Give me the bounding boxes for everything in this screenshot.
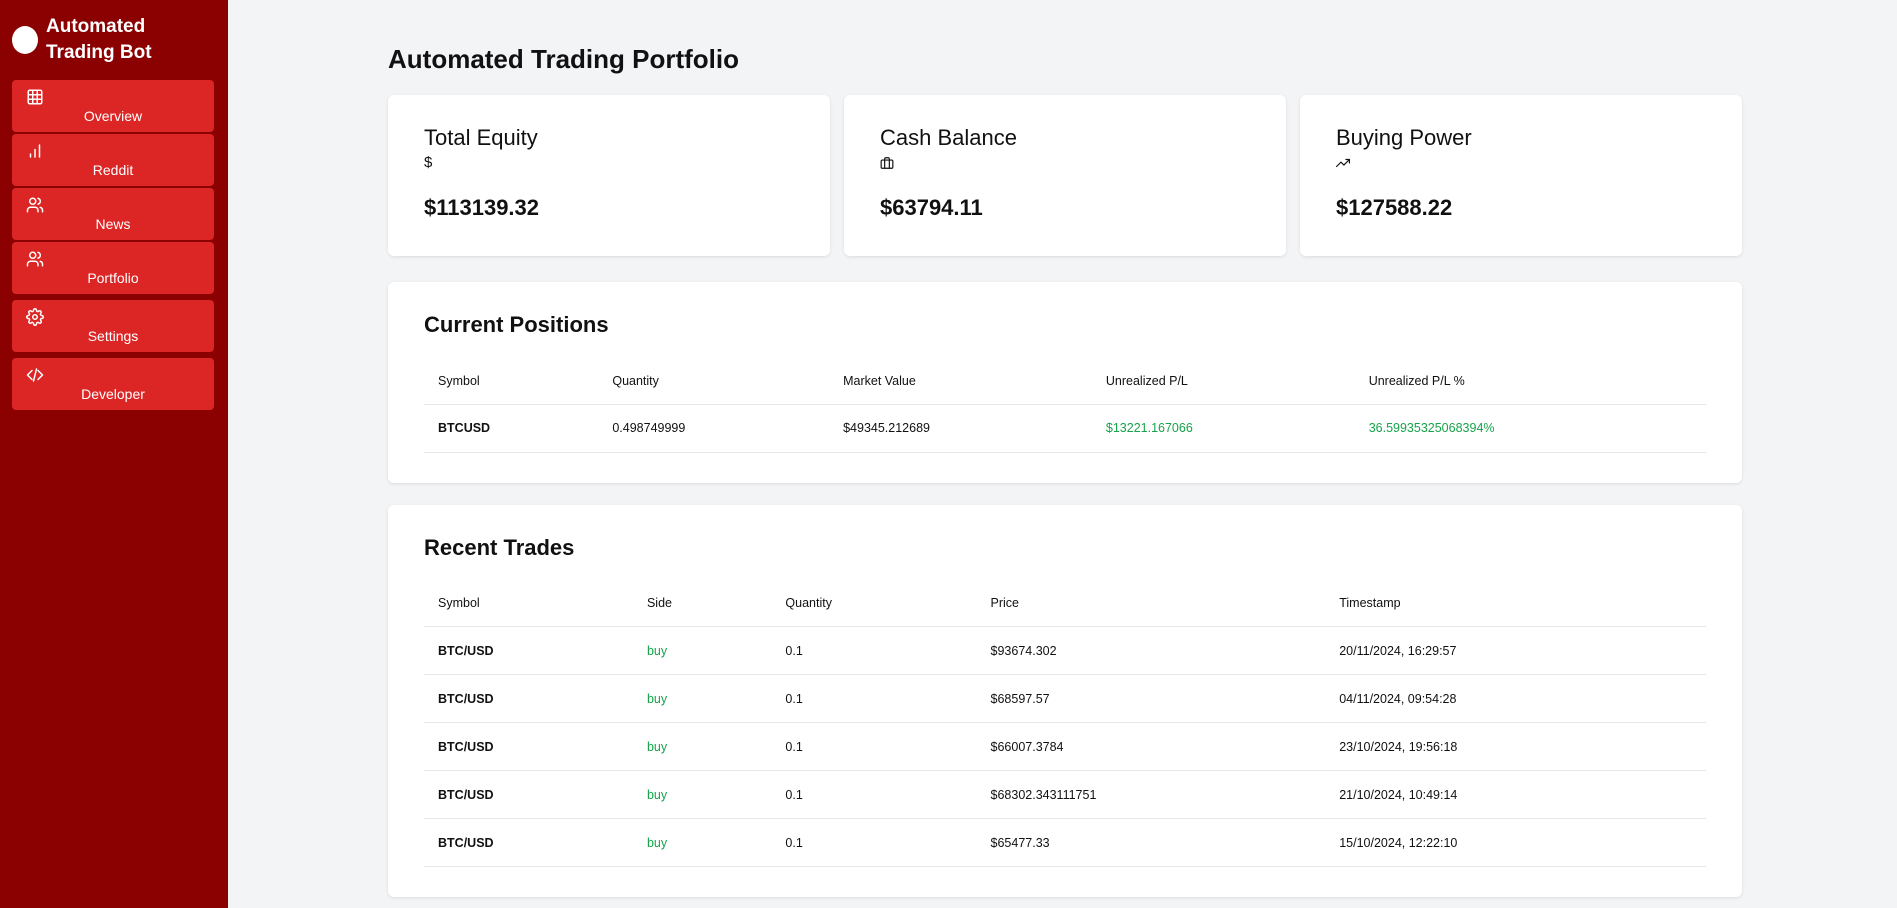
cell-timestamp: 20/11/2024, 16:29:57 xyxy=(1325,626,1706,675)
column-header: Symbol xyxy=(424,358,599,405)
sidebar-item-overview[interactable]: Overview xyxy=(12,80,214,132)
grid-icon xyxy=(26,88,44,106)
current-positions-card: Current Positions Symbol Quantity Market… xyxy=(388,282,1742,483)
cell-timestamp: 15/10/2024, 12:22:10 xyxy=(1325,818,1706,867)
trades-table: Symbol Side Quantity Price Timestamp BTC… xyxy=(424,580,1706,867)
cell-quantity: 0.1 xyxy=(771,770,977,819)
cell-price: $68597.57 xyxy=(976,674,1326,723)
table-row: BTC/USD buy 0.1 $65477.33 15/10/2024, 12… xyxy=(424,818,1706,867)
brand: Automated Trading Bot xyxy=(12,14,216,66)
column-header: Price xyxy=(976,580,1326,627)
cell-price: $93674.302 xyxy=(976,626,1326,675)
cell-quantity: 0.498749999 xyxy=(598,404,830,453)
column-header: Quantity xyxy=(771,580,977,627)
cell-symbol: BTC/USD xyxy=(424,626,633,675)
cell-symbol: BTC/USD xyxy=(424,722,633,771)
card-title: Current Positions xyxy=(424,312,609,337)
cell-side: buy xyxy=(632,674,772,723)
cell-side: buy xyxy=(632,770,772,819)
cell-price: $68302.343111751 xyxy=(976,770,1326,819)
cell-side: buy xyxy=(632,818,772,867)
cell-price: $65477.33 xyxy=(976,818,1326,867)
sidebar-item-settings[interactable]: Settings xyxy=(12,300,214,352)
sidebar-item-portfolio[interactable]: Portfolio xyxy=(12,242,214,294)
sidebar-item-label: Reddit xyxy=(92,162,134,178)
cell-quantity: 0.1 xyxy=(771,674,977,723)
stat-title: Cash Balance xyxy=(880,125,1017,150)
trending-up-icon xyxy=(1336,153,1706,173)
code-icon xyxy=(26,366,44,384)
briefcase-icon xyxy=(880,153,1250,173)
cell-timestamp: 23/10/2024, 19:56:18 xyxy=(1325,722,1706,771)
table-row: BTC/USD buy 0.1 $66007.3784 23/10/2024, … xyxy=(424,722,1706,771)
recent-trades-card: Recent Trades Symbol Side Quantity Price… xyxy=(388,504,1742,897)
table-header-row: Symbol Quantity Market Value Unrealized … xyxy=(424,358,1706,405)
stat-card-buying-power: Buying Power $127588.22 xyxy=(1300,95,1742,256)
stat-value: $113139.32 xyxy=(424,195,540,220)
cell-market-value: $49345.212689 xyxy=(829,404,1092,453)
users-icon xyxy=(26,196,44,214)
dollar-icon: $ xyxy=(424,154,433,171)
brand-title: Automated Trading Bot xyxy=(46,16,152,63)
column-header: Quantity xyxy=(598,358,830,405)
column-header: Market Value xyxy=(829,358,1092,405)
table-row: BTC/USD buy 0.1 $93674.302 20/11/2024, 1… xyxy=(424,626,1706,675)
stat-title: Buying Power xyxy=(1336,125,1472,150)
sidebar-item-label: Portfolio xyxy=(87,270,139,286)
column-header: Symbol xyxy=(424,580,633,627)
stat-title: Total Equity xyxy=(424,125,538,150)
table-header-row: Symbol Side Quantity Price Timestamp xyxy=(424,580,1706,627)
sidebar-item-label: Developer xyxy=(81,386,145,402)
stat-value: $127588.22 xyxy=(1336,195,1453,220)
sidebar: Automated Trading Bot Overview Reddit Ne… xyxy=(0,0,228,908)
stat-card-cash-balance: Cash Balance $63794.11 xyxy=(844,95,1286,256)
cell-unrealized-pl: $13221.167066 xyxy=(1091,404,1355,453)
cell-symbol: BTC/USD xyxy=(424,818,633,867)
main-content: Automated Trading Portfolio Total Equity… xyxy=(388,0,1742,908)
cell-symbol: BTCUSD xyxy=(424,404,599,453)
cell-price: $66007.3784 xyxy=(976,722,1326,771)
cell-symbol: BTC/USD xyxy=(424,674,633,723)
sidebar-item-label: News xyxy=(95,216,131,232)
cell-symbol: BTC/USD xyxy=(424,770,633,819)
sidebar-item-reddit[interactable]: Reddit xyxy=(12,134,214,186)
cell-timestamp: 21/10/2024, 10:49:14 xyxy=(1325,770,1706,819)
column-header: Timestamp xyxy=(1325,580,1706,627)
users-icon xyxy=(26,250,44,268)
cell-side: buy xyxy=(632,626,772,675)
stats-row: Total Equity $ $113139.32 Cash Balance $… xyxy=(388,95,1742,256)
table-row: BTCUSD 0.498749999 $49345.212689 $13221.… xyxy=(424,404,1706,453)
column-header: Unrealized P/L xyxy=(1091,358,1355,405)
cell-timestamp: 04/11/2024, 09:54:28 xyxy=(1325,674,1706,723)
column-header: Side xyxy=(632,580,772,627)
table-row: BTC/USD buy 0.1 $68302.343111751 21/10/2… xyxy=(424,770,1706,819)
gear-icon xyxy=(26,308,44,326)
stat-card-total-equity: Total Equity $ $113139.32 xyxy=(388,95,830,256)
cell-quantity: 0.1 xyxy=(771,626,977,675)
page-title: Automated Trading Portfolio xyxy=(388,44,739,74)
card-title: Recent Trades xyxy=(424,534,575,560)
cell-quantity: 0.1 xyxy=(771,818,977,867)
stat-value: $63794.11 xyxy=(880,195,983,220)
cell-quantity: 0.1 xyxy=(771,722,977,771)
sidebar-item-label: Settings xyxy=(87,328,139,344)
column-header: Unrealized P/L % xyxy=(1354,358,1706,405)
cell-unrealized-pl-pct: 36.59935325068394% xyxy=(1354,404,1706,453)
logo-icon xyxy=(12,26,38,54)
sidebar-item-developer[interactable]: Developer xyxy=(12,358,214,410)
table-row: BTC/USD buy 0.1 $68597.57 04/11/2024, 09… xyxy=(424,674,1706,723)
bar-chart-icon xyxy=(26,142,44,160)
sidebar-item-news[interactable]: News xyxy=(12,188,214,240)
cell-side: buy xyxy=(632,722,772,771)
positions-table: Symbol Quantity Market Value Unrealized … xyxy=(424,358,1706,453)
sidebar-item-label: Overview xyxy=(83,108,143,124)
